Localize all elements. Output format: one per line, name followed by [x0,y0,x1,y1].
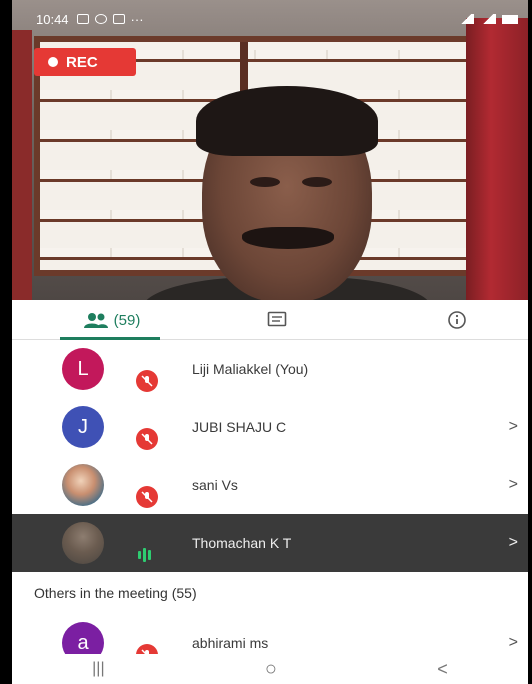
participant-name: Thomachan K T [192,535,292,551]
person-eye [250,177,280,187]
back-button[interactable]: < [437,659,448,680]
status-bar: 10:44 ··· [12,8,528,30]
chevron-right-icon[interactable]: > [509,634,518,652]
gallery-icon [76,14,89,24]
participant-name: sani Vs [192,477,238,493]
participant-row[interactable]: sani Vs > [12,456,528,514]
participant-name: abhirami ms [192,635,269,651]
curtain-left [12,30,32,300]
status-right [458,14,518,24]
participant-avatar-wrap [12,514,172,572]
chevron-right-icon[interactable]: > [509,534,518,552]
mic-off-icon [136,428,158,450]
person-hair [196,86,378,156]
mic-off-icon [136,370,158,392]
whatsapp-icon [94,14,107,24]
participants-list: L Liji Maliakkel (You) J JUBI SHAJU C > [12,340,528,672]
more-notifications: ··· [130,11,144,27]
mic-off-icon [136,486,158,508]
people-count: (59) [113,311,141,329]
message-icon [112,14,125,24]
chevron-right-icon[interactable]: > [509,418,518,436]
signal-icon [480,14,496,24]
video-feed[interactable]: REC [12,0,528,300]
participant-avatar-wrap [12,456,172,514]
rec-label: REC [66,53,98,71]
participant-name: JUBI SHAJU C [192,419,287,435]
tab-chat[interactable] [242,300,312,340]
participant-row[interactable]: L Liji Maliakkel (You) [12,340,528,398]
chat-icon [267,311,287,327]
avatar: L [62,348,104,390]
meeting-screen: REC 10:44 ··· (59) L Liji Maliakkel (You… [0,0,532,684]
home-button[interactable]: ○ [265,658,277,681]
speaking-icon [138,547,158,563]
rec-dot-icon [48,57,58,67]
panel-tabs: (59) [12,300,528,340]
speaker-person [142,86,432,300]
avatar: J [62,406,104,448]
chevron-right-icon[interactable]: > [509,476,518,494]
participant-name: Liji Maliakkel (You) [192,361,309,377]
screen-edge-left [0,0,12,684]
participant-row-speaking[interactable]: Thomachan K T > [12,514,528,572]
info-icon [448,311,466,329]
avatar-photo [62,464,104,506]
recents-button[interactable]: ||| [92,660,104,678]
recording-badge: REC [34,48,136,76]
others-section-header: Others in the meeting (55) [12,572,528,614]
android-nav-bar: ||| ○ < [12,654,528,684]
avatar-photo [62,522,104,564]
wifi-icon [458,14,474,24]
participant-row[interactable]: J JUBI SHAJU C > [12,398,528,456]
person-mustache [242,227,334,249]
person-eye [302,177,332,187]
status-time: 10:44 [36,11,69,27]
participant-avatar-wrap: J [12,398,172,456]
participant-avatar-wrap: L [12,340,172,398]
tab-info[interactable] [422,300,492,340]
tab-people[interactable]: (59) [42,300,182,340]
screen-edge-right [528,0,532,684]
battery-icon [502,14,518,24]
people-icon [83,313,108,328]
curtain-right [466,18,528,300]
